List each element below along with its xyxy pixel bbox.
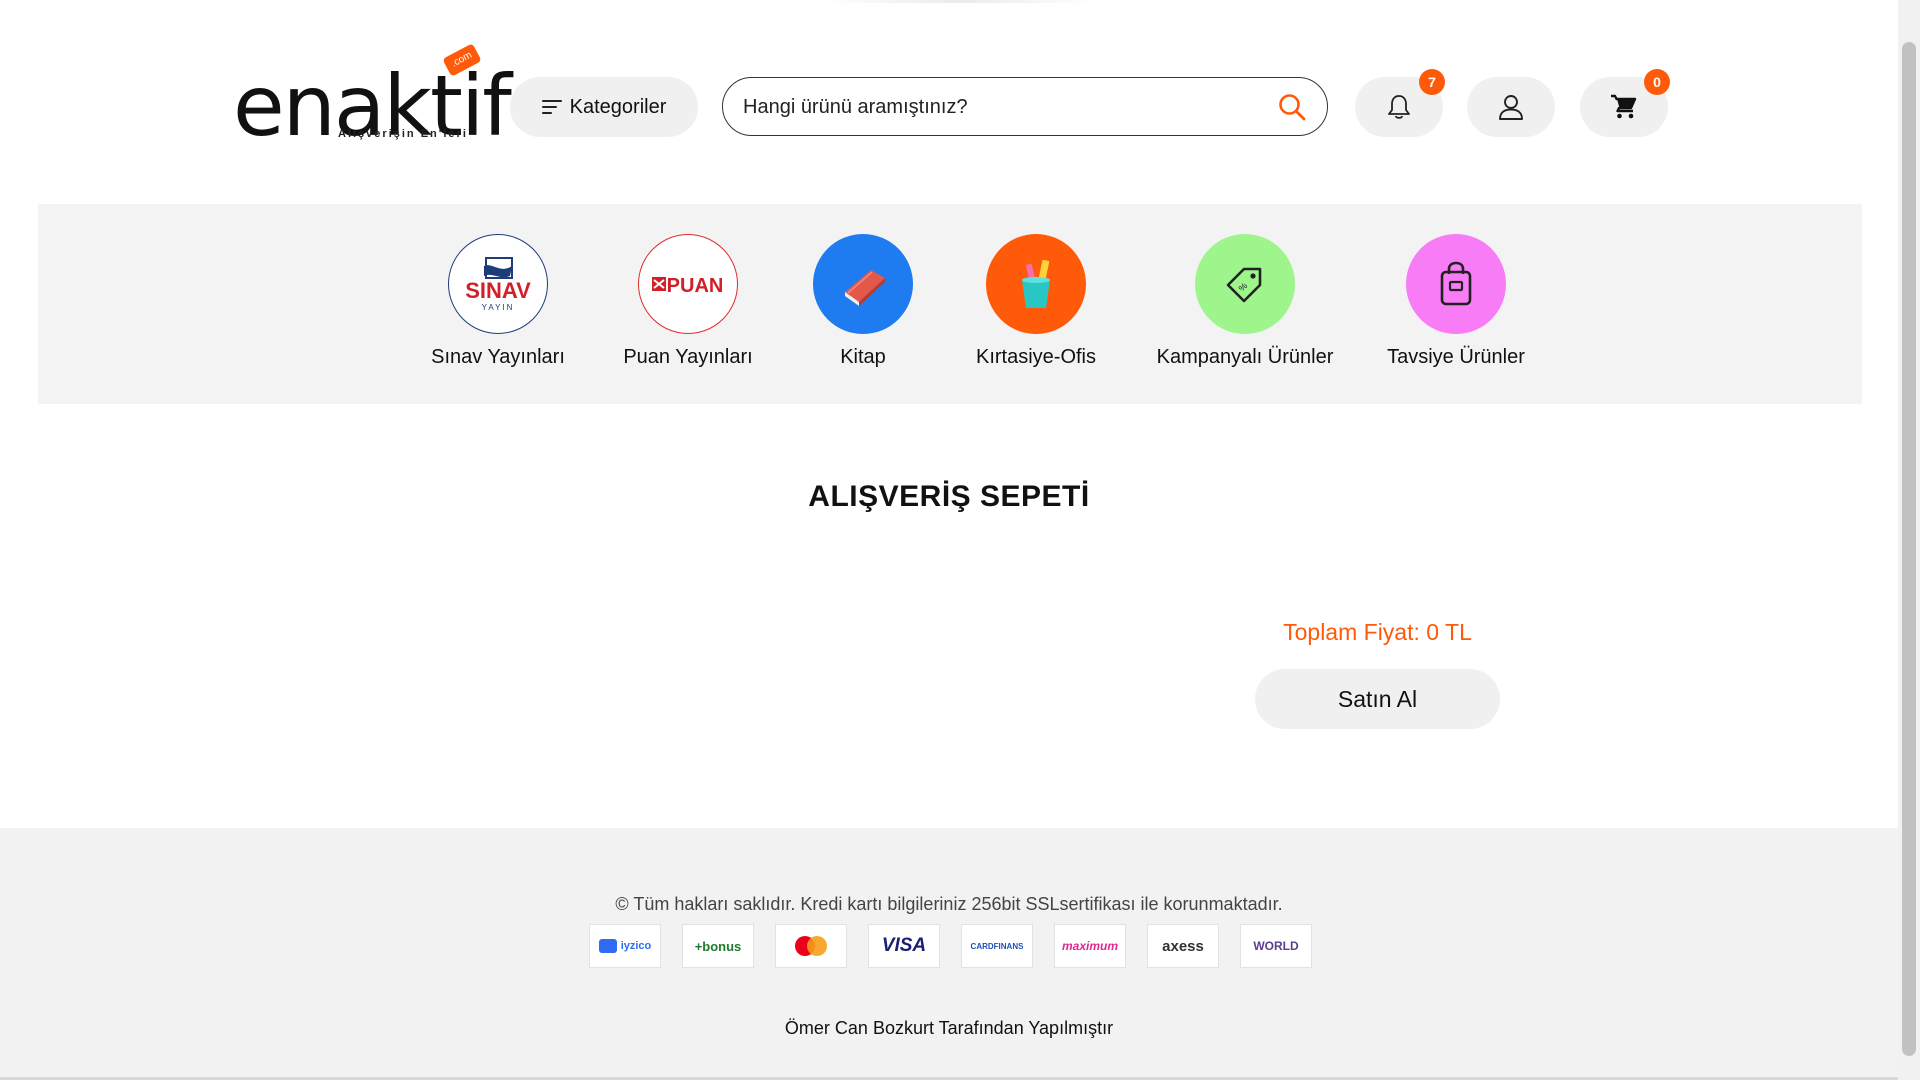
total-price: Toplam Fiyat: 0 TL — [1283, 619, 1472, 645]
payment-cards: iyzico +bonus VISA CARDFINANS maximum ax… — [589, 924, 1312, 970]
copyright-text: © Tüm hakları saklıdır. Kredi kartı bilg… — [615, 894, 1283, 914]
search-icon[interactable] — [1277, 92, 1307, 122]
cardfinans-card-icon: CARDFINANS — [961, 924, 1033, 968]
header: enaktif Alışverişin En'leri .com Kategor… — [0, 0, 1898, 190]
svg-text:%: % — [1237, 281, 1250, 294]
category-sinav[interactable]: SINAV YAYIN Sınav Yayınları — [398, 234, 598, 369]
card-text: maximum — [1061, 939, 1119, 953]
account-button[interactable] — [1467, 77, 1555, 137]
puan-logo-text: PUAN — [667, 275, 724, 297]
menu-lines-icon — [541, 99, 564, 115]
category-puan[interactable]: PUAN Puan Yayınları — [588, 234, 788, 369]
card-text: CARDFINANS — [970, 941, 1024, 951]
footer: © Tüm hakları saklıdır. Kredi kartı bilg… — [0, 828, 1898, 1080]
card-text: WORLD — [1253, 939, 1299, 953]
card-text: +bonus — [694, 938, 742, 954]
category-label: Sınav Yayınları — [431, 346, 565, 368]
maximum-card-icon: maximum — [1054, 924, 1126, 968]
puan-logo-icon: PUAN — [638, 234, 738, 334]
sinav-logo-text: SINAV — [465, 278, 531, 303]
page-title: ALIŞVERİŞ SEPETİ — [808, 480, 1090, 513]
category-label: Tavsiye Ürünler — [1387, 346, 1525, 368]
categories-label: Kategoriler — [569, 95, 667, 118]
card-text: iyzico — [620, 940, 652, 952]
search-input[interactable] — [741, 88, 1265, 126]
category-kirtasiye[interactable]: Kırtasiye-Ofis — [936, 234, 1136, 369]
category-label: Kitap — [840, 346, 886, 368]
world-card-icon: WORLD — [1240, 924, 1312, 968]
pencil-cup-icon — [986, 234, 1086, 334]
card-text: VISA — [881, 935, 927, 956]
credit-text: Ömer Can Bozkurt Tarafından Yapılmıştır — [784, 1018, 1114, 1038]
search-bar — [722, 77, 1328, 136]
bonus-card-icon: +bonus — [682, 924, 754, 968]
notifications-badge: 7 — [1419, 69, 1445, 95]
category-tavsiye[interactable]: Tavsiye Ürünler — [1356, 234, 1556, 369]
sinav-logo-icon: SINAV YAYIN — [448, 234, 548, 334]
bell-icon — [1388, 95, 1410, 119]
category-kitap[interactable]: Kitap — [763, 234, 963, 369]
buy-button[interactable]: Satın Al — [1255, 669, 1500, 729]
logo-tagline: Alışverişin En'leri — [338, 128, 468, 140]
book-icon — [813, 234, 913, 334]
iyzico-card-icon: iyzico — [589, 924, 661, 968]
cart-icon — [1611, 94, 1637, 119]
cart-badge: 0 — [1644, 69, 1670, 95]
axess-card-icon: axess — [1147, 924, 1219, 968]
notifications-button[interactable]: 7 — [1355, 69, 1445, 137]
shopping-bag-icon — [1406, 234, 1506, 334]
mastercard-icon — [775, 924, 847, 968]
cart-button[interactable]: 0 — [1580, 69, 1670, 137]
category-kampanyali[interactable]: % Kampanyalı Ürünler — [1145, 234, 1345, 369]
category-bar: SINAV YAYIN Sınav Yayınları PUAN Puan Ya… — [38, 204, 1862, 404]
price-tag-icon: % — [1195, 234, 1295, 334]
scrollbar[interactable] — [1898, 0, 1920, 1080]
category-label: Kampanyalı Ürünler — [1156, 346, 1334, 368]
visa-card-icon: VISA — [868, 924, 940, 968]
sinav-logo-subtext: YAYIN — [482, 303, 515, 312]
user-icon — [1499, 95, 1523, 120]
category-label: Kırtasiye-Ofis — [975, 346, 1097, 368]
categories-button[interactable]: Kategoriler — [510, 77, 698, 137]
card-text: axess — [1162, 937, 1204, 955]
category-label: Puan Yayınları — [623, 346, 753, 368]
scrollbar-thumb[interactable] — [1902, 42, 1916, 1056]
site-logo[interactable]: enaktif Alışverişin En'leri .com — [233, 43, 512, 148]
